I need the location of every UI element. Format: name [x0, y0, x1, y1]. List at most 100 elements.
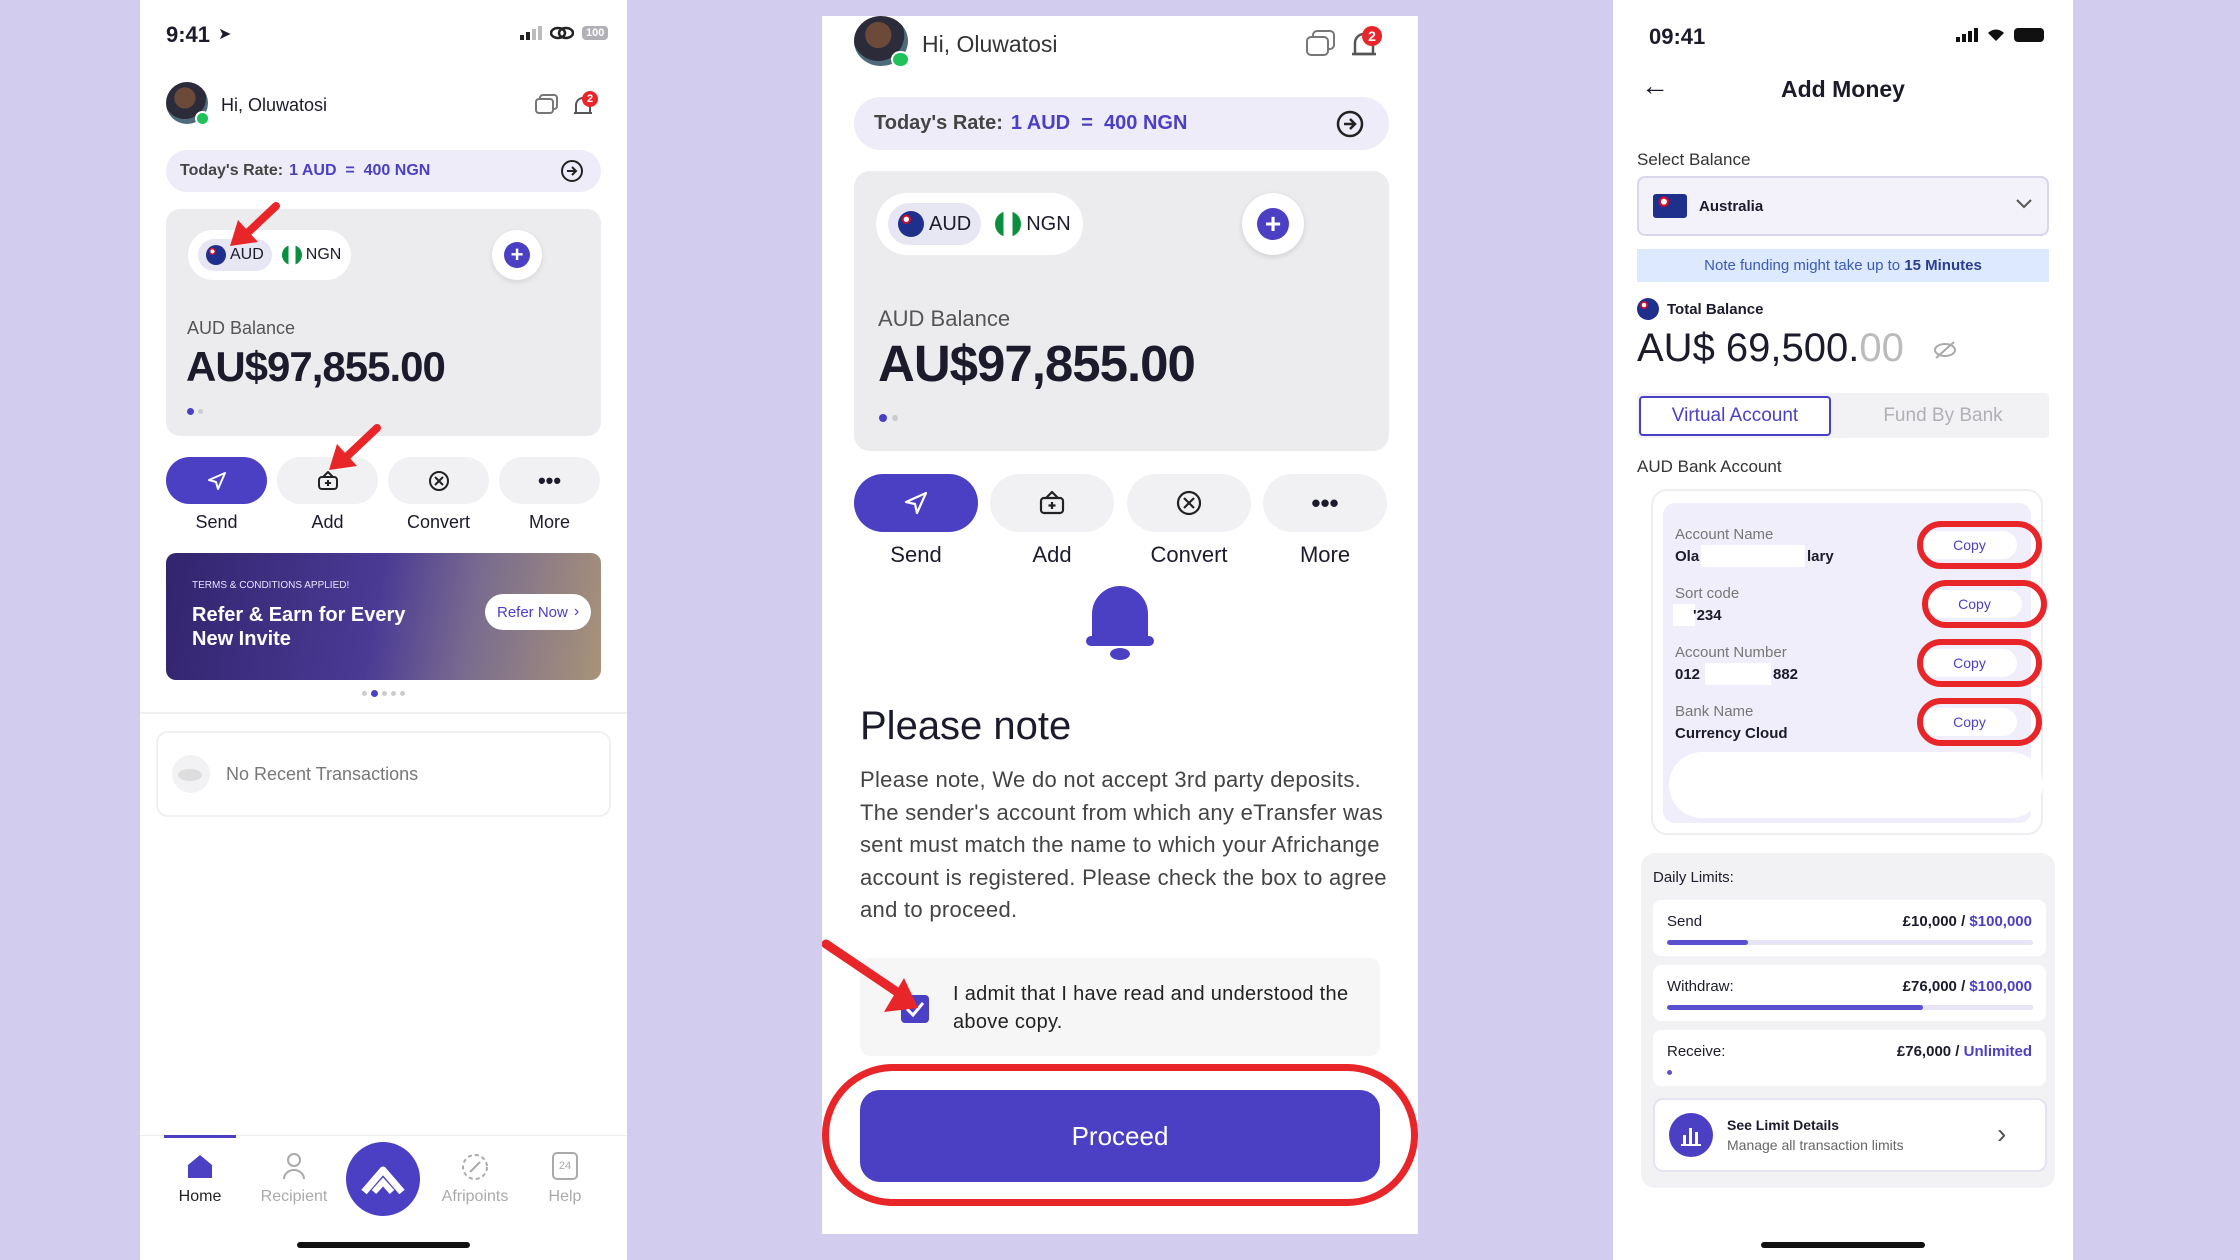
home-indicator — [297, 1242, 470, 1248]
greeting: Hi, Oluwatosi — [922, 31, 1058, 57]
funding-note-text: Note funding might take up to — [1704, 257, 1905, 274]
add-currency-button[interactable]: + — [492, 230, 542, 280]
rate-bar[interactable]: Today's Rate: 1 AUD = 400 NGN — [166, 150, 601, 192]
status-icons — [1956, 28, 2044, 42]
rate-bar[interactable]: Today's Rate: 1 AUD = 400 NGN — [854, 97, 1389, 150]
avatar[interactable] — [854, 16, 910, 68]
refer-now-label: Refer Now — [497, 603, 568, 621]
dots-icon: ••• — [537, 467, 562, 493]
afripoints-icon — [462, 1154, 488, 1180]
arrow-circle-icon[interactable] — [1335, 109, 1365, 139]
highlight-ring — [1922, 580, 2047, 628]
nigeria-flag-icon — [995, 211, 1022, 237]
field-label: Account Number — [1675, 644, 1787, 661]
note-body: Please note, We do not accept 3rd party … — [860, 767, 1387, 922]
send-label: Send — [890, 542, 942, 567]
add-button[interactable] — [990, 474, 1114, 532]
highlight-ring — [1917, 698, 2042, 746]
limit-used: £10,000 — [1902, 913, 1957, 930]
logo-icon — [361, 1166, 405, 1195]
funding-note: Note funding might take up to 15 Minutes — [1637, 249, 2049, 282]
eye-off-icon[interactable] — [1933, 340, 1957, 360]
limit-used: £76,000 — [1896, 1043, 1952, 1060]
convert-label: Convert — [1150, 542, 1228, 567]
currency-chips: AUD NGN — [876, 193, 1083, 255]
selected-balance: Australia — [1699, 197, 1764, 215]
chat-icon[interactable] — [535, 94, 559, 116]
more-button[interactable]: ••• — [499, 457, 600, 504]
daily-limits-title: Daily Limits: — [1653, 869, 1734, 886]
convert-button[interactable] — [388, 457, 489, 504]
australia-flag-icon — [1637, 298, 1659, 320]
chat-icon[interactable] — [1306, 30, 1336, 58]
balance-select[interactable]: Australia — [1637, 176, 2049, 236]
arrow-circle-icon[interactable] — [560, 159, 584, 183]
home-screen: 9:41 ➤ 100 Hi, Oluwatosi 2 Today's Rate:… — [140, 0, 627, 1260]
field-value: Ola — [1675, 548, 1700, 565]
limit-values: £76,000 / Unlimited — [1813, 1043, 2032, 1060]
pager-dots — [187, 408, 203, 415]
select-balance-label: Select Balance — [1637, 150, 1751, 169]
total-balance-value: AU$ 69,500. — [1637, 326, 1860, 370]
balance-value: AU$97,855.00 — [878, 335, 1196, 392]
redaction — [1705, 663, 1771, 685]
currency-code: AUD — [929, 212, 972, 235]
app-logo-button[interactable] — [346, 1142, 420, 1216]
avatar[interactable] — [166, 82, 210, 126]
promo-banner[interactable]: TERMS & CONDITIONS APPLIED! Refer & Earn… — [166, 553, 601, 680]
field-value: lary — [1807, 548, 1834, 565]
more-button[interactable]: ••• — [1263, 474, 1387, 532]
see-limit-details-button[interactable]: See Limit Details Manage all transaction… — [1653, 1098, 2047, 1172]
coins-icon — [172, 755, 210, 793]
field-value: 882 — [1773, 666, 1799, 683]
highlight-ring — [1917, 639, 2042, 687]
home-icon — [188, 1155, 212, 1178]
tab-afripoints[interactable]: Afripoints — [430, 1188, 520, 1206]
convert-icon — [428, 470, 449, 491]
send-button[interactable] — [166, 457, 267, 504]
user-icon — [283, 1153, 305, 1180]
dots-icon: ••• — [1311, 488, 1339, 518]
tab-fund-by-bank[interactable]: Fund By Bank — [1843, 396, 2043, 436]
redaction — [1673, 604, 1695, 626]
home-indicator — [1761, 1242, 1925, 1248]
proceed-button[interactable]: Proceed — [860, 1090, 1380, 1182]
add-currency-button[interactable]: + — [1242, 193, 1304, 255]
notification-badge: 2 — [582, 91, 598, 107]
promo-title: Refer & Earn for Every New Invite — [192, 604, 406, 650]
chevron-down-icon — [2016, 199, 2032, 209]
send-button[interactable] — [854, 474, 978, 532]
greeting: Hi, Oluwatosi — [221, 95, 328, 115]
highlight-ring — [1917, 521, 2042, 569]
refer-now-button[interactable]: Refer Now › — [485, 594, 592, 630]
limit-label: Receive: — [1667, 1043, 1726, 1060]
currency-chip-ngn[interactable]: NGN — [995, 211, 1071, 237]
limit-max: $100,000 — [1969, 978, 2032, 995]
plus-icon: + — [504, 242, 530, 268]
tab-virtual-account[interactable]: Virtual Account — [1639, 396, 1831, 436]
active-tab-indicator — [164, 1135, 236, 1138]
currency-chip-aud[interactable]: AUD — [888, 203, 982, 245]
limit-separator: / — [1951, 1043, 1964, 1060]
more-label: More — [528, 512, 570, 532]
australia-flag-icon — [898, 211, 924, 237]
total-balance: AU$ 69,500. 00 — [1637, 326, 1904, 371]
page-title: Add Money — [1781, 76, 1905, 102]
pager-dots — [879, 414, 898, 422]
chevron-right-icon: › — [1997, 1118, 2007, 1149]
funding-note-time: 15 Minutes — [1904, 257, 1982, 274]
tab-home[interactable]: Home — [160, 1188, 240, 1206]
redaction — [1701, 545, 1805, 567]
wifi-icon — [1988, 29, 2004, 41]
currency-code: NGN — [305, 246, 342, 263]
currency-chip-ngn[interactable]: NGN — [281, 245, 342, 265]
note-title: Please note — [860, 704, 1072, 748]
banner-pager-dots — [362, 690, 405, 697]
convert-label: Convert — [406, 512, 471, 532]
tab-help[interactable]: Help — [525, 1188, 605, 1206]
limit-used: £76,000 — [1902, 978, 1957, 995]
total-balance-cents: 00 — [1859, 326, 1904, 370]
tab-recipient[interactable]: Recipient — [254, 1188, 334, 1206]
convert-button[interactable] — [1127, 474, 1251, 532]
link-icon — [550, 26, 574, 40]
